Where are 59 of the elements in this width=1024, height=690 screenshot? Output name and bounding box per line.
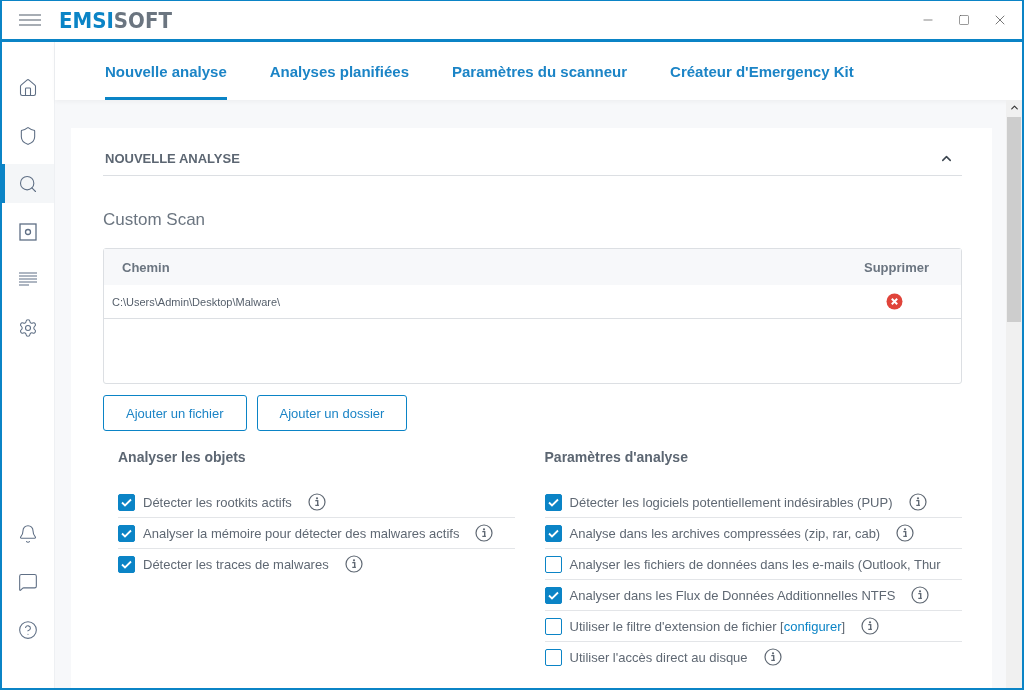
checkbox[interactable] — [544, 493, 562, 511]
section-title: NOUVELLE ANALYSE — [105, 151, 240, 166]
option-label: Analyser dans les Flux de Données Additionnelles NTFS — [569, 587, 896, 603]
checkmark-icon — [121, 497, 132, 507]
settings-icon — [18, 317, 38, 338]
checkbox[interactable] — [544, 648, 562, 666]
option-label: Analyse dans les archives compressées (zip, rar, cab) — [569, 525, 881, 541]
maximize-icon — [958, 14, 970, 26]
info-icon[interactable] — [307, 493, 326, 511]
info-icon[interactable] — [861, 617, 880, 635]
group-title: Paramètres d'analyse — [544, 449, 689, 465]
column-header: Supprimer — [864, 259, 929, 275]
sidebar-item[interactable] — [2, 164, 54, 203]
remove-icon[interactable] — [886, 293, 903, 310]
disc-box-icon — [18, 221, 38, 242]
shield-icon — [18, 125, 38, 146]
option-label: Détecter les traces de malwares — [143, 556, 329, 572]
option-label: Analyser la mémoire pour détecter des malwares actifs — [143, 525, 460, 541]
checkbox[interactable] — [544, 555, 562, 573]
option-label: Analyser les fichiers de données dans les e-mails (Outlook, Thur — [569, 556, 941, 572]
tab[interactable]: Analyses planifiées — [269, 42, 409, 100]
checkmark-icon — [547, 590, 559, 600]
option-label: Utiliser l'accès direct au disque — [569, 649, 748, 665]
checkbox[interactable] — [544, 524, 562, 542]
add-button[interactable]: Ajouter un fichier — [103, 395, 247, 431]
info-icon[interactable] — [344, 555, 363, 573]
column-header: Chemin — [122, 259, 170, 275]
option-label: Détecter les rootkits actifs — [143, 494, 292, 510]
tab[interactable]: Créateur d'Emergency Kit — [670, 42, 854, 100]
menu-icon[interactable] — [19, 14, 41, 26]
checkmark-icon — [121, 528, 132, 538]
tab[interactable]: Paramètres du scanneur — [451, 42, 628, 100]
checkmark-icon — [547, 497, 559, 507]
bell-icon — [18, 523, 38, 544]
checkmark-icon — [121, 559, 132, 569]
info-icon[interactable] — [911, 586, 930, 604]
option-label: Utiliser le filtre d'extension de fichier [configurer] — [569, 618, 846, 634]
checkbox[interactable] — [544, 617, 562, 635]
home-icon — [18, 77, 38, 98]
search-icon — [18, 173, 38, 194]
scrollbar[interactable] — [1006, 100, 1022, 688]
emsisoft-logo: EMSISOFT — [59, 7, 172, 33]
info-icon[interactable] — [908, 493, 927, 511]
option-label: Détecter les logiciels potentiellement indésirables (PUP) — [569, 494, 893, 510]
info-icon[interactable] — [763, 648, 782, 666]
tab[interactable]: Nouvelle analyse — [105, 42, 227, 100]
scan-title: Custom Scan — [103, 210, 207, 230]
info-icon[interactable] — [475, 524, 494, 542]
chat-icon — [18, 571, 38, 592]
path-cell: C:\Users\Admin\Desktop\Malware\ — [112, 295, 281, 308]
help-icon — [18, 619, 38, 640]
checkbox[interactable] — [118, 524, 135, 542]
checkbox[interactable] — [544, 586, 562, 604]
info-icon[interactable] — [896, 524, 915, 542]
checkmark-icon — [547, 528, 559, 538]
group-title: Analyser les objets — [118, 449, 247, 465]
checkbox[interactable] — [118, 555, 135, 573]
add-button[interactable]: Ajouter un dossier — [256, 395, 408, 431]
checkbox[interactable] — [118, 493, 135, 511]
